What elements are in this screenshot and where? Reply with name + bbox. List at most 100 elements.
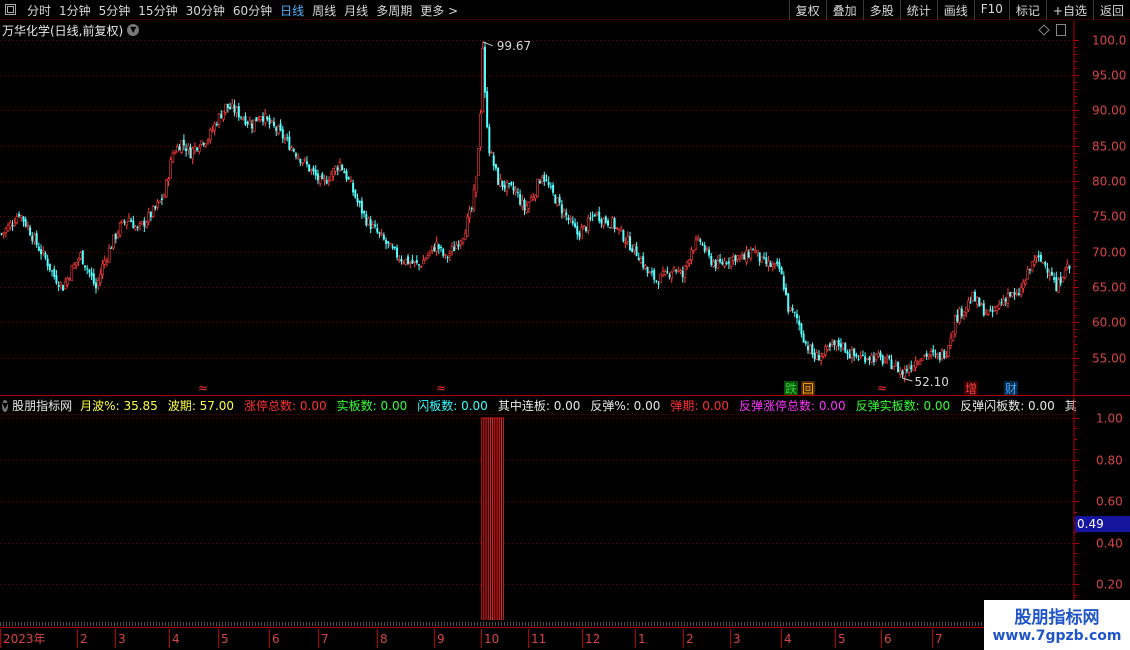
- candle-body: [516, 192, 519, 194]
- candle-body: [202, 142, 205, 145]
- candle-body: [270, 120, 274, 123]
- candle-body: [397, 259, 401, 261]
- candle-body: [675, 269, 678, 272]
- candle-body: [776, 261, 779, 264]
- candle-body: [463, 232, 467, 240]
- candle-body: [918, 361, 922, 365]
- price-tick-label: 65.00: [1092, 281, 1126, 295]
- candle-body: [385, 240, 388, 244]
- candle-body: [637, 257, 640, 261]
- candle-body: [642, 256, 645, 268]
- candle-body: [347, 177, 350, 180]
- indicator-bar: [501, 417, 504, 626]
- candle-body: [986, 310, 990, 315]
- candle-body: [88, 269, 91, 273]
- time-axis-label: 9: [437, 632, 445, 646]
- candle-body: [1057, 279, 1060, 293]
- candle-body: [481, 47, 485, 113]
- candle-body: [589, 217, 592, 219]
- candle-body: [874, 353, 878, 361]
- candle-body: [582, 224, 586, 227]
- indicator-tick-label: 0.40: [1096, 537, 1123, 551]
- candle-body: [571, 220, 574, 224]
- candle-body: [914, 360, 917, 368]
- candle-body: [160, 198, 163, 200]
- candle-body: [279, 123, 282, 131]
- time-axis-label: 11: [531, 632, 546, 646]
- candle-body: [791, 308, 794, 311]
- candle-body: [8, 222, 12, 228]
- candle-body: [68, 278, 71, 280]
- kline-chart[interactable]: 100.0 95.00 90.00 85.00 80.00 75.00 70.00 65.00…: [0, 0, 1130, 650]
- candle-body: [248, 120, 252, 125]
- candle-body: [802, 333, 805, 343]
- candle-body: [666, 271, 669, 273]
- candle-body: [923, 354, 926, 357]
- time-axis-label: 3: [118, 632, 126, 646]
- candle-body: [826, 345, 830, 350]
- candle-body: [927, 354, 931, 357]
- indicator-bar: [490, 417, 493, 626]
- candle-body: [167, 178, 170, 182]
- candle-body: [731, 256, 735, 261]
- candle-body: [811, 344, 814, 355]
- candle-body: [549, 186, 552, 188]
- candle-body: [411, 259, 414, 264]
- candle-body: [598, 211, 601, 222]
- candle-body: [512, 186, 515, 191]
- candle-body: [538, 180, 541, 184]
- candle-body: [470, 208, 473, 210]
- candle-body: [1011, 292, 1014, 297]
- candle-body: [81, 250, 84, 265]
- candle-body: [99, 273, 102, 284]
- candle-body: [237, 106, 240, 118]
- time-axis-label: 12: [585, 632, 600, 646]
- candle-body: [943, 350, 946, 358]
- time-axis-label: 6: [272, 632, 280, 646]
- candle-body: [1017, 293, 1020, 295]
- candle-body: [230, 103, 234, 108]
- candle-body: [229, 107, 232, 110]
- candle-body: [806, 345, 809, 351]
- candle-body: [442, 248, 445, 256]
- candle-body: [180, 140, 183, 153]
- candle-body: [263, 113, 267, 124]
- candle-body: [308, 164, 311, 172]
- indicator-tick-label: 0.60: [1096, 495, 1123, 509]
- candle-body: [719, 258, 722, 263]
- candle-body: [844, 343, 847, 353]
- candle-body: [292, 149, 295, 152]
- candle-body: [796, 313, 799, 319]
- candle-body: [156, 201, 159, 208]
- candle-body: [123, 221, 126, 223]
- candle-body: [84, 265, 87, 268]
- candle-body: [525, 205, 529, 213]
- candle-body: [1026, 269, 1030, 280]
- candle-body: [40, 249, 43, 255]
- candle-body: [132, 220, 135, 229]
- candle-body: [29, 227, 32, 236]
- candle-body: [769, 262, 772, 267]
- candle-body: [433, 247, 436, 252]
- candle-body: [890, 359, 893, 370]
- indicator-bar: [496, 417, 500, 626]
- candle-body: [147, 212, 151, 222]
- candle-body: [727, 261, 730, 264]
- candle-body: [235, 107, 238, 114]
- candle-body: [477, 148, 480, 176]
- candle-body: [6, 224, 10, 232]
- candle-body: [521, 199, 524, 207]
- candle-body: [672, 267, 676, 272]
- candle-body: [646, 266, 649, 273]
- candle-body: [114, 234, 117, 240]
- candle-body: [752, 249, 755, 251]
- candle-body: [837, 339, 840, 346]
- candle-body: [747, 252, 750, 258]
- candle-body: [321, 173, 324, 180]
- candle-body: [615, 227, 619, 229]
- candle-body: [15, 216, 19, 224]
- candle-body: [149, 211, 152, 218]
- candle-body: [457, 244, 460, 247]
- candle-body: [215, 123, 218, 126]
- candle-body: [800, 323, 803, 335]
